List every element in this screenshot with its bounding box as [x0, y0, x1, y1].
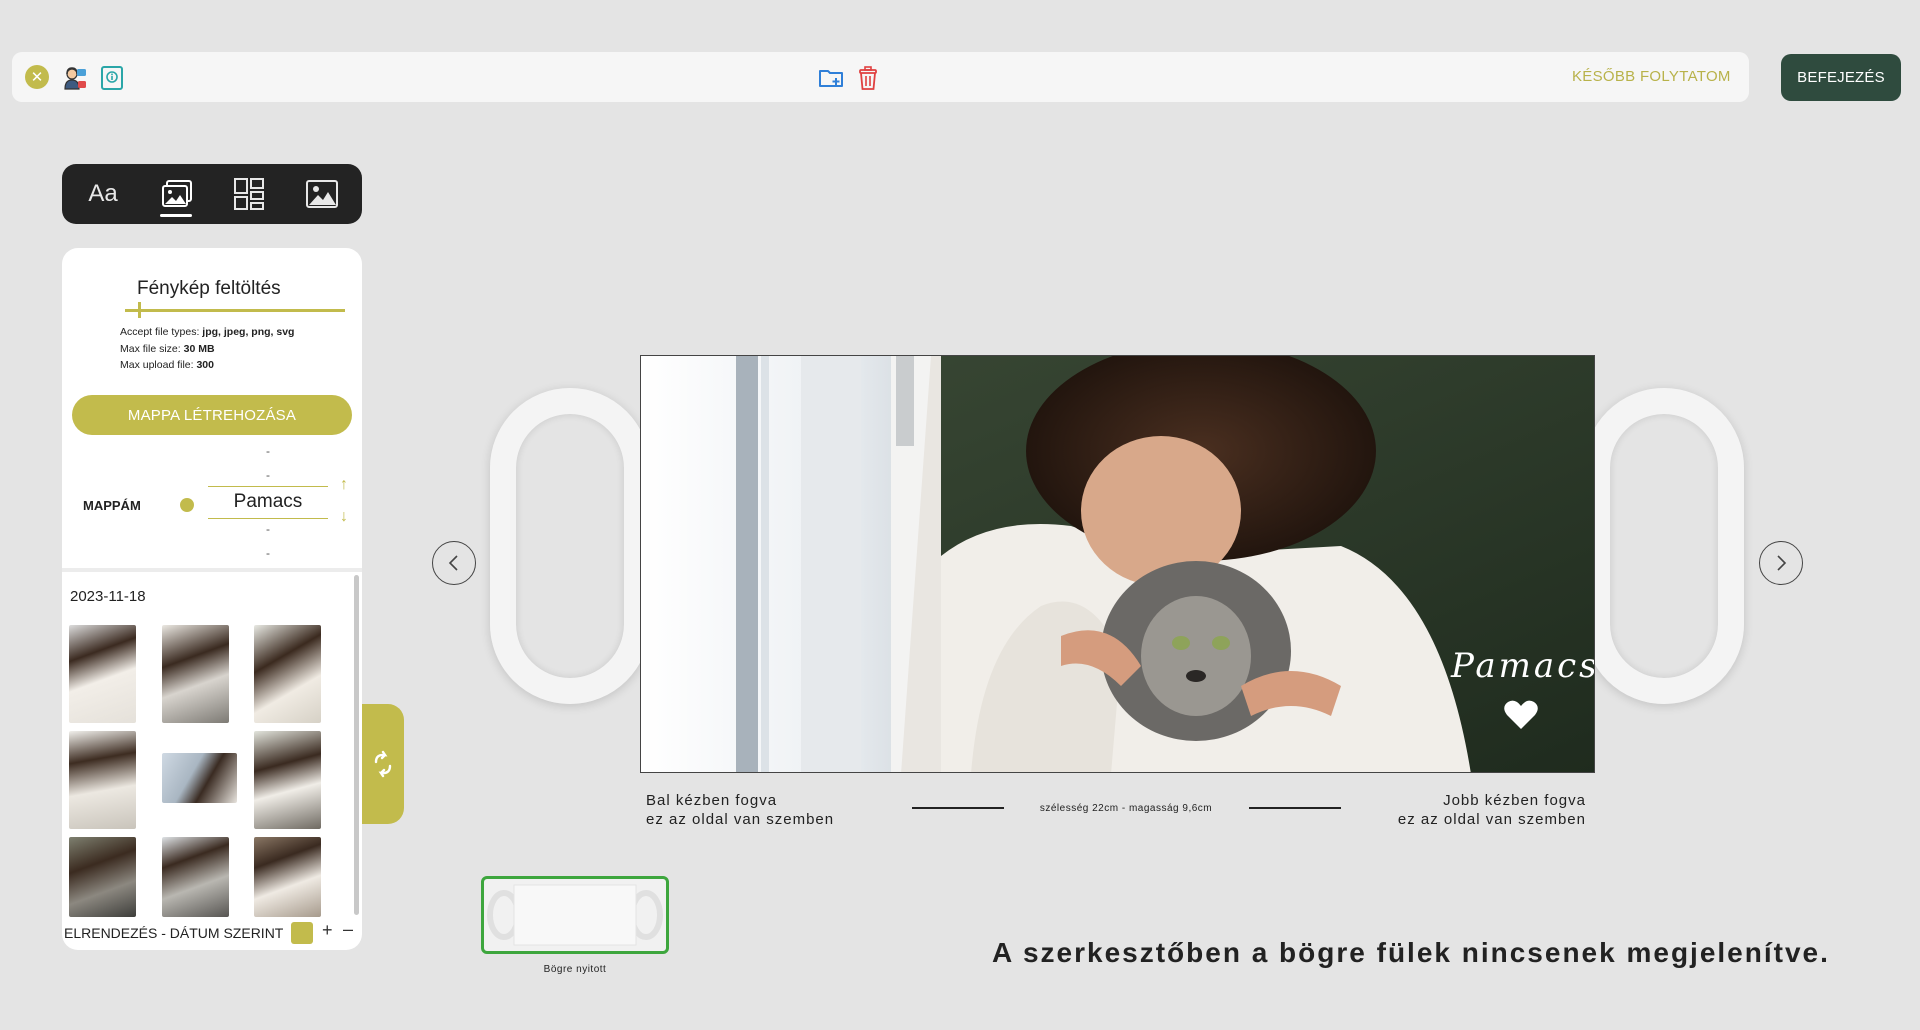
right-hand-line2: ez az oldal van szemben: [1397, 811, 1586, 828]
folder-slot[interactable]: -: [208, 522, 328, 536]
previous-button[interactable]: [432, 541, 476, 585]
gallery-scrollbar[interactable]: [354, 575, 359, 915]
mug-open-icon: [487, 884, 663, 946]
panel-toggle-button[interactable]: [362, 704, 404, 824]
left-hand-line2: ez az oldal van szemben: [646, 811, 835, 828]
left-hand-note: Bal kézben fogva ez az oldal van szemben: [646, 791, 834, 829]
dimension-line-right: [1249, 807, 1341, 809]
photo-thumbnail[interactable]: [69, 731, 136, 829]
accept-value: jpg, jpeg, png, svg: [202, 326, 295, 338]
my-folders-label: MAPPÁM: [83, 498, 141, 513]
size-label: Max file size:: [120, 342, 184, 355]
heart-icon[interactable]: [1504, 700, 1538, 735]
folder-add-icon[interactable]: [818, 65, 844, 91]
folder-selector-line: [208, 518, 328, 519]
photo-thumbnail[interactable]: [254, 625, 321, 723]
folder-slot[interactable]: -: [208, 546, 328, 560]
file-requirements: Accept file types: jpg, jpeg, png, svg M…: [120, 324, 294, 374]
zoom-out-button[interactable]: –: [343, 919, 353, 940]
upload-marker: [138, 302, 141, 318]
top-toolbar: ✕ KÉSŐBB FOLYTATOM: [12, 52, 1749, 102]
count-value: 300: [196, 359, 214, 371]
dimensions-text: szélesség 22cm - magasság 9,6cm: [1039, 803, 1213, 814]
arrow-down-icon[interactable]: ↓: [340, 508, 348, 526]
folder-slot[interactable]: -: [208, 468, 328, 482]
sort-color-swatch[interactable]: [291, 922, 313, 944]
sort-label[interactable]: ELRENDEZÉS - DÁTUM SZERINT: [64, 925, 283, 941]
overlay-text[interactable]: Pamacs: [1451, 646, 1594, 686]
current-folder[interactable]: Pamacs: [208, 491, 328, 513]
gallery-date: 2023-11-18: [70, 588, 146, 605]
photo-thumbnail[interactable]: [69, 625, 136, 723]
photos-icon[interactable]: [157, 178, 197, 210]
design-photo: [641, 356, 1594, 772]
finish-button[interactable]: BEFEJEZÉS: [1781, 54, 1901, 101]
chevron-right-icon: [1777, 555, 1787, 571]
photo-thumbnail[interactable]: [162, 625, 229, 723]
folder-color-dot: [180, 498, 194, 512]
photo-thumbnail[interactable]: [162, 753, 237, 803]
arrow-up-icon[interactable]: ↑: [340, 476, 348, 494]
panel-divider: [62, 568, 362, 572]
folder-slot[interactable]: -: [208, 444, 328, 458]
count-label: Max upload file:: [120, 359, 197, 371]
next-button[interactable]: [1759, 541, 1803, 585]
swap-icon: [374, 750, 392, 778]
tool-tabs: Aa: [62, 164, 362, 224]
photo-thumbnail[interactable]: [254, 837, 321, 917]
right-hand-line1: Jobb kézben fogva: [1443, 792, 1586, 809]
accept-label: Accept file types:: [120, 326, 203, 338]
continue-later-link[interactable]: KÉSŐBB FOLYTATOM: [1572, 68, 1731, 85]
photo-thumbnail[interactable]: [69, 837, 136, 917]
variant-label: Bögre nyitott: [543, 964, 607, 975]
upload-underline: [125, 309, 345, 312]
left-hand-line1: Bal kézben fogva: [646, 792, 778, 809]
trash-icon[interactable]: [856, 65, 882, 91]
photo-thumbnail[interactable]: [254, 731, 321, 829]
right-hand-note: Jobb kézben fogva ez az oldal van szembe…: [1376, 791, 1586, 829]
design-canvas[interactable]: Pamacs: [640, 355, 1595, 773]
editor-notice: A szerkesztőben a bögre fülek nincsenek …: [992, 937, 1830, 968]
layout-grid-icon[interactable]: [229, 178, 269, 210]
size-value: 30 MB: [183, 342, 215, 355]
support-agent-icon[interactable]: [61, 65, 87, 91]
mug-handle-right: [1584, 388, 1744, 704]
dimension-line-left: [912, 807, 1004, 809]
create-folder-button[interactable]: MAPPA LÉTREHOZÁSA: [72, 395, 352, 435]
tab-text[interactable]: Aa: [82, 178, 124, 210]
info-book-icon[interactable]: [100, 65, 126, 91]
mug-handle-left: [490, 388, 650, 704]
image-icon[interactable]: [302, 178, 342, 210]
chevron-left-icon: [448, 555, 458, 571]
zoom-in-button[interactable]: +: [322, 920, 333, 941]
upload-title[interactable]: Fénykép feltöltés: [137, 278, 281, 300]
mug-variant-thumbnail[interactable]: [481, 876, 669, 954]
active-tab-indicator: [160, 214, 192, 217]
folder-selector-line: [208, 486, 328, 487]
close-icon[interactable]: ✕: [25, 65, 49, 89]
photo-panel: Fénykép feltöltés Accept file types: jpg…: [62, 248, 362, 950]
photo-thumbnail[interactable]: [162, 837, 229, 917]
